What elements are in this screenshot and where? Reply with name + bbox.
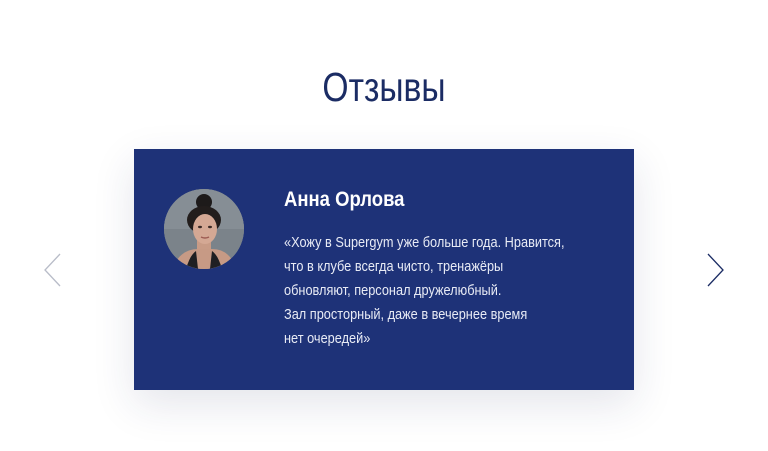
reviews-section: Отзывы Анна Орлова «Хожу в Supergym уже … — [0, 0, 768, 451]
section-title: Отзывы — [322, 64, 446, 110]
testimonial-card: Анна Орлова «Хожу в Supergym уже больше … — [134, 149, 634, 390]
prev-testimonial-button[interactable] — [42, 252, 64, 288]
quote-line: обновляют, персонал дружелюбный. — [284, 283, 502, 299]
testimonial-quote: «Хожу в Supergym уже больше года. Нравит… — [284, 231, 644, 351]
reviewer-photo — [164, 189, 244, 269]
quote-line: что в клубе всегда чисто, тренажёры — [284, 259, 504, 275]
quote-line: Зал просторный, даже в вечернее время — [284, 307, 528, 323]
quote-line: нет очередей» — [284, 331, 371, 347]
next-testimonial-button[interactable] — [704, 252, 726, 288]
avatar — [164, 189, 244, 269]
quote-line: «Хожу в Supergym уже больше года. Нравит… — [284, 235, 565, 251]
reviewer-name: Анна Орлова — [284, 188, 405, 211]
chevron-right-icon — [707, 253, 724, 287]
chevron-left-icon — [44, 253, 61, 287]
